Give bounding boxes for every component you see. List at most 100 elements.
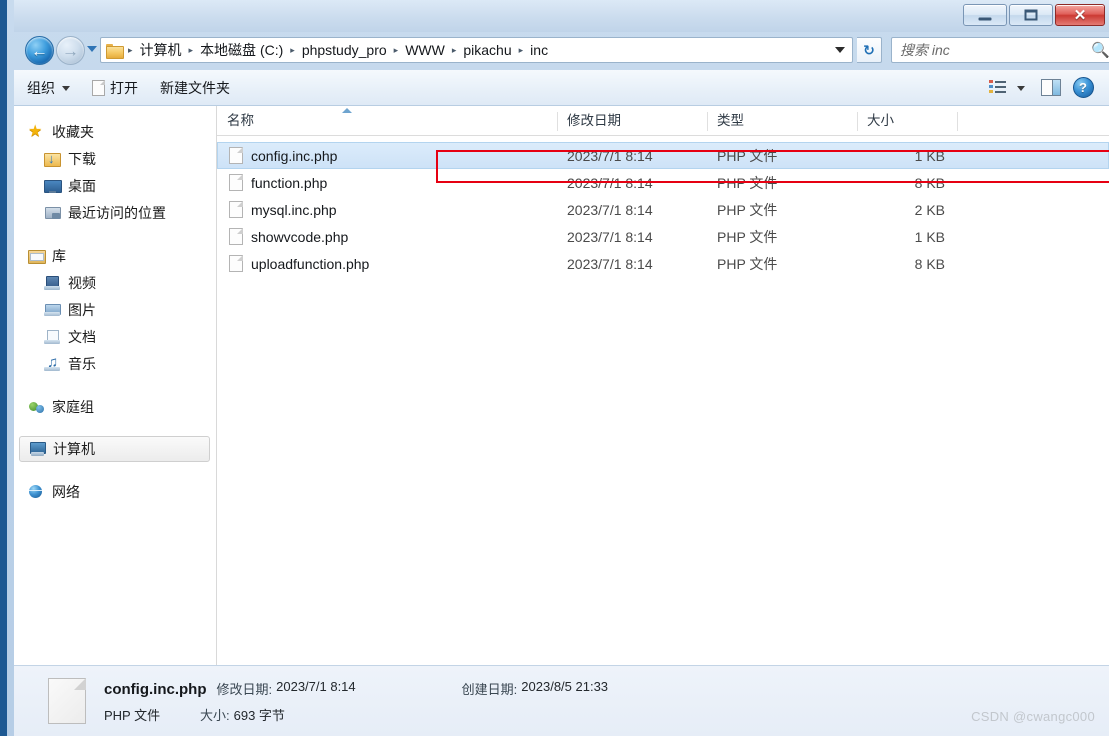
explorer-window: ✕ ← → ▸ 计算机 ▸ 本地磁盘 (C:) ▸ phpstudy_pro ▸ WWW ▸ p… — [0, 0, 1109, 736]
navigation-bar: ← → ▸ 计算机 ▸ 本地磁盘 (C:) ▸ phpstudy_pro ▸ WWW ▸ pik… — [14, 32, 1109, 70]
sidebar-item-label: 图片 — [68, 301, 96, 318]
address-dropdown-icon[interactable] — [835, 47, 845, 53]
sidebar-item-label: 家庭组 — [52, 398, 94, 415]
column-header-0[interactable]: 名称 — [217, 106, 557, 135]
music-icon — [44, 354, 61, 372]
maximize-button[interactable] — [1009, 4, 1053, 26]
column-header-filler — [957, 106, 1109, 135]
table-row[interactable]: mysql.inc.php 2023/7/1 8:14 PHP 文件 2 KB — [217, 196, 1109, 223]
breadcrumb-item[interactable]: phpstudy_pro — [300, 42, 389, 58]
cell-name: showvcode.php — [217, 228, 557, 245]
file-rows: config.inc.php 2023/7/1 8:14 PHP 文件 1 KB fun… — [217, 136, 1109, 665]
change-view-button[interactable] — [983, 75, 1011, 101]
sidebar-subitem-1-1[interactable]: 图片 — [14, 296, 216, 323]
video-icon — [44, 275, 61, 291]
refresh-button[interactable]: ↻ — [857, 37, 882, 63]
sidebar-item-3[interactable]: 计算机 — [19, 436, 210, 462]
column-header-1[interactable]: 修改日期 — [557, 106, 707, 135]
breadcrumb-separator: ▸ — [128, 44, 133, 55]
search-box[interactable]: 🔍 — [891, 37, 1109, 63]
breadcrumb-separator: ▸ — [451, 44, 457, 55]
breadcrumb-separator: ▸ — [393, 44, 399, 55]
sidebar-subitem-1-0[interactable]: 视频 — [14, 269, 216, 296]
sidebar-item-2[interactable]: 家庭组 — [14, 393, 216, 420]
nav-group-spacer — [14, 377, 216, 393]
sidebar-item-label: 网络 — [52, 483, 80, 500]
column-header-3[interactable]: 大小 — [857, 106, 957, 135]
sidebar-subitem-1-2[interactable]: 文档 — [14, 323, 216, 350]
sidebar-item-0[interactable]: ★ 收藏夹 — [14, 118, 216, 145]
cell-modified-date: 2023/7/1 8:14 — [567, 147, 653, 164]
file-name: mysql.inc.php — [251, 201, 337, 218]
breadcrumb-item[interactable]: pikachu — [461, 42, 513, 58]
back-button[interactable]: ← — [25, 36, 54, 65]
breadcrumb-item[interactable]: inc — [528, 42, 550, 58]
cell-size: 1 KB — [914, 147, 945, 164]
breadcrumb-item[interactable]: 本地磁盘 (C:) — [198, 40, 285, 60]
recent-locations-button[interactable] — [87, 46, 97, 52]
cell-type: PHP 文件 — [717, 147, 778, 164]
refresh-icon: ↻ — [863, 41, 875, 58]
doc-icon — [44, 329, 61, 345]
minimize-button[interactable] — [963, 4, 1007, 26]
file-icon — [229, 201, 243, 218]
recent-icon — [44, 205, 61, 221]
help-icon: ? — [1072, 77, 1094, 98]
details-text: config.inc.php 修改日期: 2023/7/1 8:14 创建日期:… — [104, 679, 608, 724]
table-row[interactable]: uploadfunction.php 2023/7/1 8:14 PHP 文件 8 K… — [217, 250, 1109, 277]
document-icon — [92, 79, 105, 96]
sidebar-subitem-0-2[interactable]: 最近访问的位置 — [14, 199, 216, 226]
close-icon: ✕ — [1073, 7, 1087, 24]
desktop-icon — [44, 178, 62, 194]
file-name: uploadfunction.php — [251, 255, 370, 272]
title-bar — [14, 0, 1109, 32]
nav-group-spacer — [14, 420, 216, 436]
details-pane: config.inc.php 修改日期: 2023/7/1 8:14 创建日期:… — [14, 665, 1109, 736]
maximize-icon — [1024, 9, 1038, 21]
sidebar-subitem-0-1[interactable]: 桌面 — [14, 172, 216, 199]
details-created-value: 2023/8/5 21:33 — [521, 678, 609, 694]
details-size: 大小: 693 字节 — [200, 705, 285, 724]
column-headers: 名称 修改日期 类型 大小 — [217, 106, 1109, 136]
cell-modified-date: 2023/7/1 8:14 — [567, 255, 653, 272]
open-button[interactable]: 打开 — [83, 74, 147, 102]
sidebar-item-4[interactable]: 网络 — [14, 478, 216, 505]
sidebar-subitem-1-3[interactable]: 音乐 — [14, 350, 216, 377]
search-input[interactable] — [900, 42, 1092, 58]
sidebar-item-label: 音乐 — [68, 355, 96, 372]
details-size-label: 大小: — [200, 707, 230, 723]
organize-button[interactable]: 组织 — [18, 74, 79, 102]
sidebar-subitem-0-0[interactable]: 下载 — [14, 145, 216, 172]
preview-pane-button[interactable] — [1037, 75, 1065, 101]
table-row[interactable]: config.inc.php 2023/7/1 8:14 PHP 文件 1 KB — [217, 142, 1109, 169]
chevron-down-icon — [62, 86, 70, 91]
homegroup-icon — [28, 399, 45, 415]
breadcrumb: 计算机 ▸ 本地磁盘 (C:) ▸ phpstudy_pro ▸ WWW ▸ pikachu ▸ i… — [138, 40, 551, 60]
sidebar-item-label: 桌面 — [68, 177, 96, 194]
forward-button[interactable]: → — [56, 36, 85, 65]
sidebar-item-1[interactable]: 库 — [14, 242, 216, 269]
address-bar[interactable]: ▸ 计算机 ▸ 本地磁盘 (C:) ▸ phpstudy_pro ▸ WWW ▸ pikachu… — [100, 37, 853, 63]
cell-size: 8 KB — [914, 255, 945, 272]
file-list-pane: 名称 修改日期 类型 大小 config.inc.php 2023/7/1 8:14 PH… — [217, 106, 1109, 665]
download-icon — [44, 151, 61, 167]
view-chevron-down-icon[interactable] — [1017, 86, 1025, 91]
close-button[interactable]: ✕ — [1055, 4, 1105, 26]
breadcrumb-item[interactable]: 计算机 — [138, 40, 184, 60]
column-header-label: 名称 — [227, 113, 254, 128]
details-modified-label: 修改日期: — [216, 681, 273, 697]
details-line-1: config.inc.php 修改日期: 2023/7/1 8:14 创建日期:… — [104, 679, 608, 698]
column-header-2[interactable]: 类型 — [707, 106, 857, 135]
command-toolbar: 组织 打开 新建文件夹 ? — [14, 70, 1109, 106]
cell-modified-date: 2023/7/1 8:14 — [567, 201, 653, 218]
table-row[interactable]: function.php 2023/7/1 8:14 PHP 文件 8 KB — [217, 169, 1109, 196]
new-folder-button[interactable]: 新建文件夹 — [151, 74, 239, 102]
breadcrumb-item[interactable]: WWW — [403, 42, 447, 58]
details-created: 创建日期: 2023/8/5 21:33 — [462, 679, 608, 698]
breadcrumb-separator: ▸ — [290, 44, 295, 55]
sidebar-item-label: 收藏夹 — [52, 123, 94, 140]
help-button[interactable]: ? — [1069, 75, 1097, 101]
search-icon: 🔍 — [1091, 42, 1109, 59]
cell-type: PHP 文件 — [717, 255, 778, 272]
table-row[interactable]: showvcode.php 2023/7/1 8:14 PHP 文件 1 KB — [217, 223, 1109, 250]
